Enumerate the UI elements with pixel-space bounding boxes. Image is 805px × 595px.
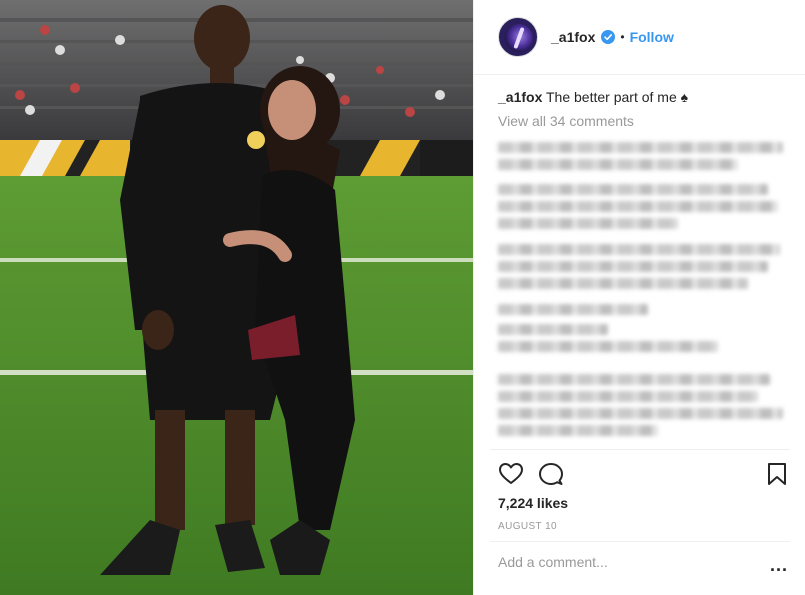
- post-sidebar: _a1fox • Follow _a1fox The better part o…: [473, 0, 805, 595]
- bookmark-icon[interactable]: [764, 461, 790, 487]
- caption-text: The better part of me ♠: [546, 89, 689, 105]
- blurred-comment: [498, 184, 788, 235]
- avatar[interactable]: [498, 17, 538, 57]
- more-options-button[interactable]: ...: [770, 556, 788, 574]
- post-photo[interactable]: [0, 0, 473, 595]
- likes-count[interactable]: 7,224 likes: [498, 495, 568, 511]
- comment-divider: [490, 541, 790, 542]
- comment-icon[interactable]: [538, 461, 564, 487]
- comments-section: _a1fox The better part of me ♠ View all …: [498, 88, 798, 129]
- caption-username[interactable]: _a1fox: [498, 89, 542, 105]
- view-all-comments-link[interactable]: View all 34 comments: [498, 113, 798, 129]
- post-header: _a1fox • Follow: [474, 0, 805, 74]
- actions-divider: [490, 449, 790, 450]
- post-actions: [498, 461, 790, 489]
- verified-badge-icon: [601, 30, 616, 44]
- post-date: AUGUST 10: [498, 521, 557, 532]
- add-comment-input[interactable]: [498, 554, 748, 570]
- post-caption: _a1fox The better part of me ♠: [498, 88, 798, 106]
- blurred-comment: [498, 304, 788, 321]
- blurred-comment: [498, 374, 788, 442]
- blurred-comment: [498, 244, 788, 295]
- blurred-comment: [498, 142, 788, 176]
- stadium-couple-photo: [0, 0, 473, 595]
- blurred-comment: [498, 324, 788, 358]
- header-divider: [474, 74, 805, 75]
- header-separator: •: [620, 30, 625, 44]
- header-username[interactable]: _a1fox: [551, 29, 595, 45]
- follow-button[interactable]: Follow: [630, 29, 674, 45]
- heart-icon[interactable]: [498, 461, 524, 487]
